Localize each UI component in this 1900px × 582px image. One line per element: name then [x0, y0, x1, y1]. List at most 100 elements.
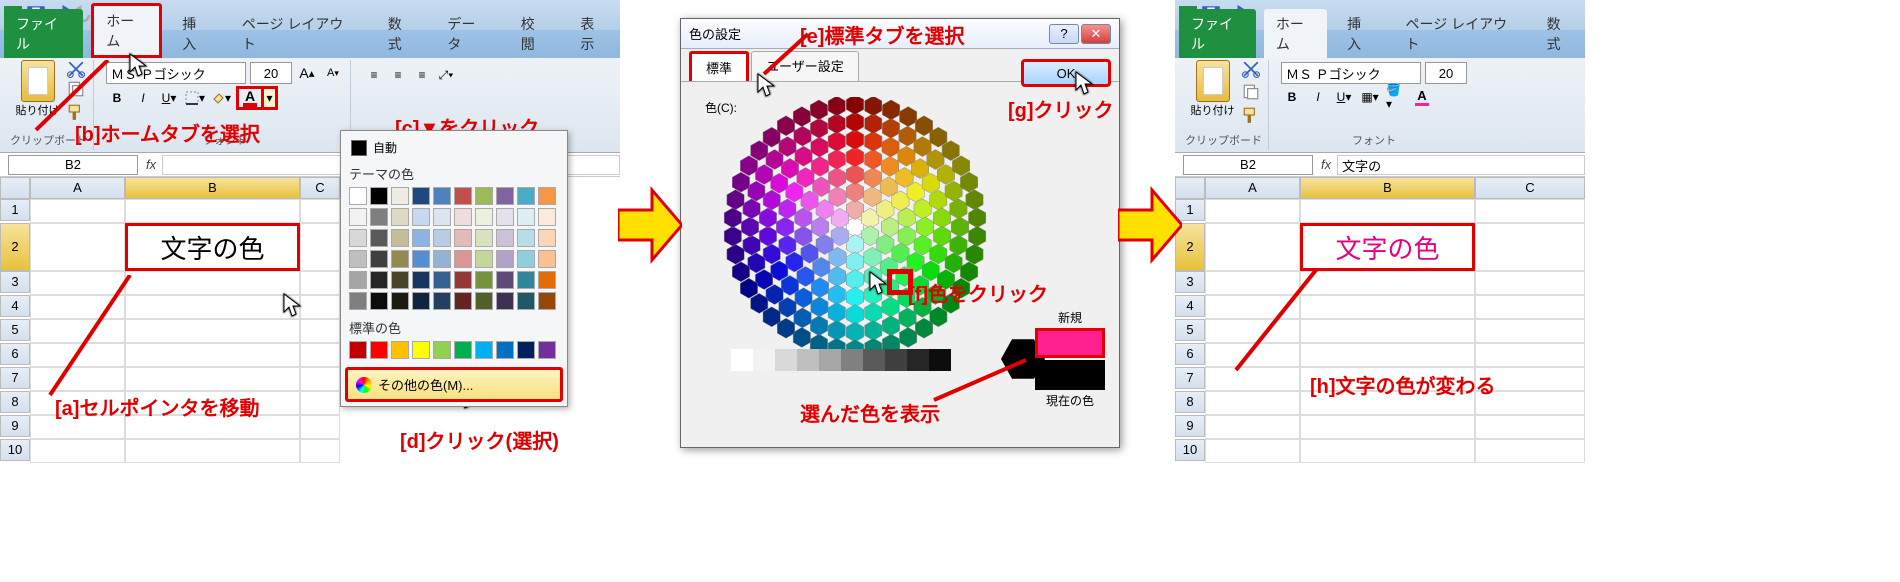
name-box[interactable]: B2 [8, 155, 138, 175]
format-painter-icon[interactable] [1242, 106, 1260, 127]
cell-A8[interactable] [1205, 391, 1300, 415]
cell-B6[interactable] [125, 343, 300, 367]
align-bot-button[interactable]: ≡ [411, 64, 433, 86]
standard-color-swatch[interactable] [517, 341, 535, 359]
cell-B6[interactable] [1300, 343, 1475, 367]
theme-color-swatch[interactable] [517, 250, 535, 268]
theme-color-swatch[interactable] [475, 250, 493, 268]
theme-color-swatch[interactable] [391, 187, 409, 205]
cell-B2[interactable]: 文字の色 [1300, 223, 1475, 271]
cell-C2[interactable] [300, 223, 340, 271]
cell-C4[interactable] [1475, 295, 1585, 319]
row-6[interactable]: 6 [1175, 343, 1205, 365]
cell-B5[interactable] [1300, 319, 1475, 343]
cell-C10[interactable] [300, 439, 340, 463]
standard-color-swatch[interactable] [475, 341, 493, 359]
cell-C1[interactable] [1475, 199, 1585, 223]
cell-C9[interactable] [1475, 415, 1585, 439]
underline-button[interactable]: U▾ [158, 87, 180, 109]
theme-color-swatch[interactable] [496, 208, 514, 226]
row-8[interactable]: 8 [1175, 391, 1205, 413]
tab-page-layout[interactable]: ページ レイアウト [1394, 9, 1527, 58]
theme-color-swatch[interactable] [370, 229, 388, 247]
tab-formulas[interactable]: 数式 [1535, 9, 1585, 58]
theme-color-swatch[interactable] [412, 208, 430, 226]
col-A[interactable]: A [1205, 177, 1300, 199]
tab-formulas[interactable]: 数式 [376, 9, 428, 58]
tab-insert[interactable]: 挿入 [170, 9, 222, 58]
standard-color-swatch[interactable] [433, 341, 451, 359]
theme-color-swatch[interactable] [370, 208, 388, 226]
col-B[interactable]: B [1300, 177, 1475, 199]
cell-C6[interactable] [300, 343, 340, 367]
theme-color-swatch[interactable] [454, 250, 472, 268]
cell-A1[interactable] [1205, 199, 1300, 223]
font-color-button[interactable]: A [236, 86, 264, 110]
gray-swatch[interactable] [841, 349, 863, 371]
cut-icon[interactable] [1242, 60, 1260, 81]
row-8[interactable]: 8 [0, 391, 30, 413]
theme-color-swatch[interactable] [517, 271, 535, 289]
italic-button[interactable]: I [1307, 86, 1329, 108]
cell-B4[interactable] [125, 295, 300, 319]
name-box[interactable]: B2 [1183, 155, 1313, 175]
cell-C9[interactable] [300, 415, 340, 439]
theme-color-swatch[interactable] [517, 292, 535, 310]
theme-color-swatch[interactable] [496, 187, 514, 205]
theme-color-swatch[interactable] [412, 229, 430, 247]
row-3[interactable]: 3 [1175, 271, 1205, 293]
tab-review[interactable]: 校閲 [509, 9, 561, 58]
theme-color-swatch[interactable] [433, 229, 451, 247]
theme-color-swatch[interactable] [475, 229, 493, 247]
cell-C5[interactable] [1475, 319, 1585, 343]
tab-file[interactable]: ファイル [1179, 9, 1256, 58]
theme-color-swatch[interactable] [538, 250, 556, 268]
tab-insert[interactable]: 挿入 [1335, 9, 1385, 58]
theme-color-swatch[interactable] [412, 250, 430, 268]
cell-B4[interactable] [1300, 295, 1475, 319]
tab-file[interactable]: ファイル [4, 9, 83, 58]
hexagon-color-picker[interactable] [705, 97, 1005, 357]
tab-data[interactable]: データ [435, 9, 500, 58]
theme-color-swatch[interactable] [538, 292, 556, 310]
theme-color-swatch[interactable] [349, 229, 367, 247]
cell-B2[interactable]: 文字の色 [125, 223, 300, 271]
cell-C4[interactable] [300, 295, 340, 319]
more-colors-item[interactable]: その他の色(M)... [345, 367, 563, 402]
font-size-select[interactable]: 20 [1425, 62, 1467, 84]
standard-color-swatch[interactable] [412, 341, 430, 359]
cell-B3[interactable] [125, 271, 300, 295]
row-10[interactable]: 10 [0, 439, 30, 461]
cell-C3[interactable] [1475, 271, 1585, 295]
tab-view[interactable]: 表示 [568, 9, 620, 58]
theme-color-swatch[interactable] [538, 208, 556, 226]
theme-color-swatch[interactable] [475, 208, 493, 226]
tab-standard[interactable]: 標準 [689, 51, 749, 81]
gray-swatch[interactable] [885, 349, 907, 371]
font-color-dropdown-arrow[interactable]: ▾ [264, 86, 278, 110]
cell-B1[interactable] [1300, 199, 1475, 223]
paste-button[interactable]: 貼り付け [1188, 60, 1238, 120]
cell-B3[interactable] [1300, 271, 1475, 295]
theme-color-swatch[interactable] [391, 292, 409, 310]
theme-color-swatch[interactable] [349, 292, 367, 310]
theme-color-swatch[interactable] [538, 187, 556, 205]
theme-color-swatch[interactable] [391, 208, 409, 226]
font-color-button[interactable]: A [1411, 86, 1433, 108]
theme-color-swatch[interactable] [433, 271, 451, 289]
row-2[interactable]: 2 [0, 223, 30, 271]
theme-color-swatch[interactable] [433, 250, 451, 268]
cell-A2[interactable] [1205, 223, 1300, 271]
cell-B9[interactable] [1300, 415, 1475, 439]
theme-color-swatch[interactable] [475, 271, 493, 289]
col-A[interactable]: A [30, 177, 125, 199]
cell-A1[interactable] [30, 199, 125, 223]
theme-color-swatch[interactable] [538, 271, 556, 289]
bold-button[interactable]: B [1281, 86, 1303, 108]
shrink-font-button[interactable]: A▾ [322, 62, 344, 84]
border-button[interactable]: ▾ [184, 87, 206, 109]
standard-color-swatch[interactable] [496, 341, 514, 359]
theme-color-swatch[interactable] [454, 187, 472, 205]
ok-button[interactable]: OK [1021, 59, 1111, 87]
cell-C5[interactable] [300, 319, 340, 343]
